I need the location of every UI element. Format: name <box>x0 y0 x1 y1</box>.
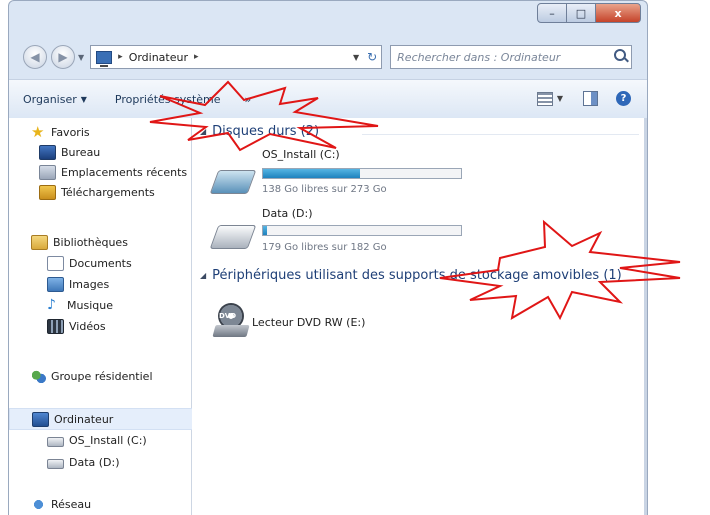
nav-label: Vidéos <box>69 319 106 333</box>
network-icon <box>31 497 46 511</box>
group-header-hard-drives[interactable]: ◢ Disques durs (2) <box>200 124 319 139</box>
nav-label: Bibliothèques <box>53 235 128 249</box>
more-chevron-icon: » <box>244 92 252 106</box>
view-chevron-down-icon[interactable]: ▼ <box>557 94 563 103</box>
dvd-badge: DVD <box>219 312 237 320</box>
computer-icon <box>32 411 49 427</box>
recent-pages-chevron-down-icon[interactable]: ▼ <box>78 53 84 62</box>
nav-label: Musique <box>67 298 113 312</box>
chevron-down-icon: ▼ <box>80 94 87 104</box>
search-input[interactable]: Rechercher dans : Ordinateur <box>390 45 633 69</box>
minimize-button[interactable]: – <box>537 3 567 23</box>
music-note-icon: ♪ <box>47 296 56 313</box>
nav-label: OS_Install (C:) <box>69 433 147 447</box>
windows-drive-icon <box>209 170 257 194</box>
content-pane: ◢ Disques durs (2) OS_Install (C:) 138 G… <box>192 118 647 515</box>
command-bar: Organiser ▼ Propriétés système » ▼ ? <box>9 79 647 119</box>
images-icon <box>47 276 64 292</box>
nav-label: Ordinateur <box>54 412 114 426</box>
window-controls: – □ x <box>537 3 641 23</box>
explorer-window: – □ x ◀ ▶ ▼ ▸ Ordinateur ▸ ▼ ↻ Recherche… <box>8 0 648 515</box>
nav-label: Emplacements récents <box>61 165 188 179</box>
scrollbar[interactable] <box>644 118 647 515</box>
organise-label: Organiser <box>23 92 77 106</box>
address-bar[interactable]: ▸ Ordinateur ▸ ▼ ↻ <box>90 45 383 69</box>
hard-drive-icon <box>47 437 64 447</box>
toolbar-right: ▼ ? <box>536 91 631 106</box>
drive-free-space: 138 Go libres sur 273 Go <box>262 184 387 195</box>
group-divider <box>362 134 639 135</box>
forward-arrow-icon: ▶ <box>58 50 68 64</box>
hard-drive-icon <box>47 459 64 469</box>
desktop-icon <box>39 144 56 160</box>
nav-libraries[interactable]: Bibliothèques <box>9 232 213 252</box>
breadcrumb-separator[interactable]: ▸ <box>118 52 123 62</box>
organise-menu[interactable]: Organiser ▼ <box>23 93 87 106</box>
search-icon[interactable] <box>614 49 627 61</box>
nav-network[interactable]: Réseau <box>9 494 213 514</box>
drive-base <box>212 325 250 337</box>
drive-usage-bar <box>262 225 462 236</box>
change-view-icon[interactable] <box>536 91 553 106</box>
nav-item-recent-places[interactable]: Emplacements récents <box>9 162 221 182</box>
nav-label: Bureau <box>61 145 101 159</box>
nav-label: Réseau <box>51 497 92 511</box>
more-commands-button[interactable]: » <box>245 93 252 106</box>
nav-label: Images <box>69 277 110 291</box>
nav-label: Favoris <box>51 125 90 139</box>
back-button[interactable]: ◀ <box>23 45 47 69</box>
address-row: ◀ ▶ ▼ ▸ Ordinateur ▸ ▼ ↻ Rechercher dans… <box>9 37 647 77</box>
group-header-removable[interactable]: ◢ Périphériques utilisant des supports d… <box>200 268 622 283</box>
nav-label: Groupe résidentiel <box>51 369 153 383</box>
drive-free-space: 179 Go libres sur 182 Go <box>262 242 387 253</box>
nav-item-downloads[interactable]: Téléchargements <box>9 182 221 202</box>
nav-favorites[interactable]: ★ Favoris <box>9 122 213 142</box>
drive-name: Data (D:) <box>262 207 313 220</box>
system-properties-button[interactable]: Propriétés système <box>115 93 221 106</box>
homegroup-icon <box>31 369 46 383</box>
collapse-triangle-icon: ◢ <box>200 127 207 136</box>
preview-pane-icon[interactable] <box>583 91 598 106</box>
search-placeholder: Rechercher dans : Ordinateur <box>397 50 561 64</box>
nav-homegroup[interactable]: Groupe résidentiel <box>9 366 213 386</box>
nav-label: Data (D:) <box>69 455 120 469</box>
address-chevron-down-icon[interactable]: ▼ <box>353 53 359 62</box>
nav-item-desktop[interactable]: Bureau <box>9 142 221 162</box>
documents-icon <box>47 255 64 271</box>
forward-button[interactable]: ▶ <box>51 45 75 69</box>
group-title: Périphériques utilisant des supports de … <box>212 268 622 283</box>
dvd-drive-icon: DVD <box>212 303 250 339</box>
close-button[interactable]: x <box>595 3 641 23</box>
navigation-pane: ★ Favoris Bureau Emplacements récents Té… <box>9 118 213 515</box>
nav-computer[interactable]: Ordinateur <box>9 408 213 430</box>
breadcrumb-computer[interactable]: Ordinateur <box>129 51 188 64</box>
hard-drive-icon <box>209 225 257 249</box>
libraries-icon <box>31 234 48 250</box>
help-icon[interactable]: ? <box>616 91 631 106</box>
collapse-triangle-icon: ◢ <box>200 271 207 280</box>
videos-icon <box>47 318 64 334</box>
recent-places-icon <box>39 164 56 180</box>
computer-icon <box>96 50 113 67</box>
back-arrow-icon: ◀ <box>30 50 40 64</box>
nav-label: Téléchargements <box>61 185 155 199</box>
downloads-folder-icon <box>39 184 56 200</box>
star-icon: ★ <box>31 122 45 141</box>
maximize-button[interactable]: □ <box>566 3 596 23</box>
refresh-icon[interactable]: ↻ <box>367 50 377 64</box>
nav-label: Documents <box>69 256 132 270</box>
group-title: Disques durs (2) <box>212 124 320 139</box>
title-bar: – □ x <box>9 1 647 37</box>
system-properties-label: Propriétés système <box>114 92 221 106</box>
device-name: Lecteur DVD RW (E:) <box>252 316 366 329</box>
drive-usage-bar <box>262 168 462 179</box>
breadcrumb-separator[interactable]: ▸ <box>194 52 199 62</box>
drive-name: OS_Install (C:) <box>262 148 340 161</box>
